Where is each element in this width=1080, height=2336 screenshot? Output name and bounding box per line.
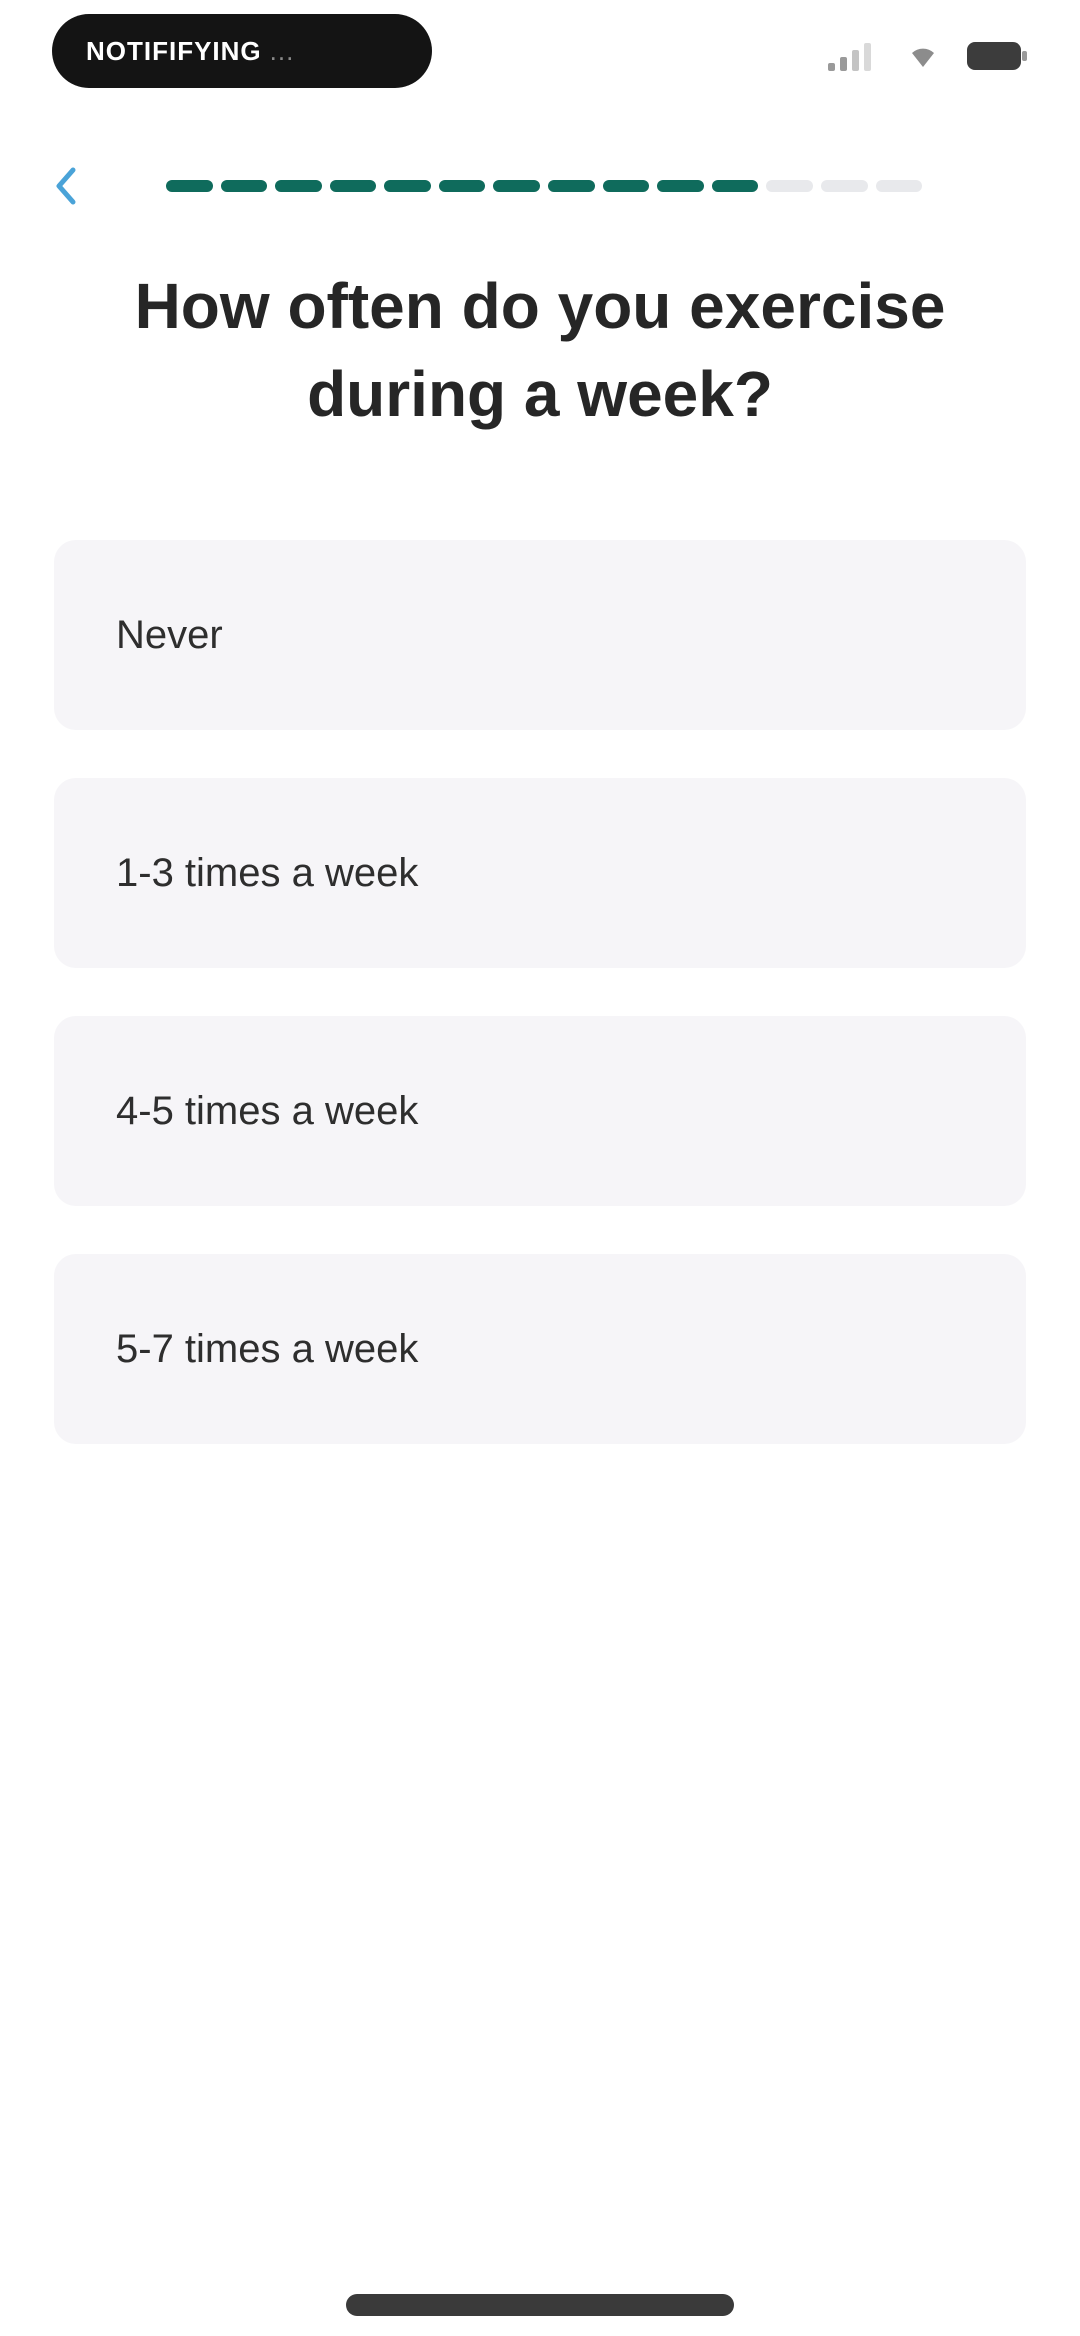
header <box>0 150 1080 220</box>
wifi-icon <box>912 48 934 67</box>
status-icons <box>826 38 1028 74</box>
progress-segment <box>657 180 704 192</box>
progress-segment <box>711 180 759 192</box>
option-1-3-times[interactable]: 1-3 times a week <box>54 778 1026 968</box>
option-label: 1-3 times a week <box>116 850 419 895</box>
question-title: How often do you exercise during a week? <box>134 270 946 430</box>
progress-segment <box>493 180 541 192</box>
progress-bar <box>166 180 923 192</box>
progress-segment <box>438 180 486 192</box>
home-indicator <box>346 2294 734 2316</box>
progress-segment <box>329 180 377 192</box>
progress-segment <box>820 180 868 192</box>
status-pill: NOTIFIFYING ... <box>52 14 432 88</box>
option-label: 4-5 times a week <box>116 1088 419 1133</box>
signal-icon <box>828 43 871 71</box>
status-pill-text: NOTIFIFYING <box>86 35 262 66</box>
options-list: Never 1-3 times a week 4-5 times a week … <box>54 540 1026 1492</box>
progress-segment <box>275 180 322 192</box>
status-bar: NOTIFIFYING ... <box>0 0 1080 110</box>
progress-segment <box>602 180 650 192</box>
option-label: Never <box>116 612 223 657</box>
progress-segment <box>384 180 431 192</box>
progress-segment <box>220 180 268 192</box>
status-pill-subtext: ... <box>269 35 295 66</box>
option-never[interactable]: Never <box>54 540 1026 730</box>
option-label: 5-7 times a week <box>116 1326 419 1371</box>
battery-icon <box>967 42 1027 70</box>
back-button[interactable] <box>40 160 92 212</box>
chevron-left-icon <box>56 167 76 205</box>
option-5-7-times[interactable]: 5-7 times a week <box>54 1254 1026 1444</box>
progress-segment <box>766 180 813 192</box>
progress-segment <box>166 180 213 192</box>
progress-segment <box>548 180 595 192</box>
option-4-5-times[interactable]: 4-5 times a week <box>54 1016 1026 1206</box>
progress-segment <box>875 180 923 192</box>
